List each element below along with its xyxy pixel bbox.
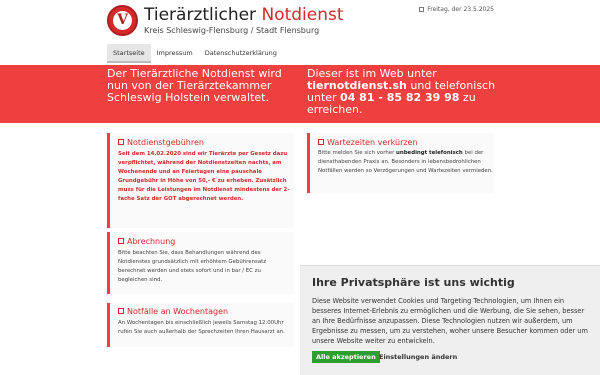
banner-right-text: Dieser ist im Web unter tiernotdienst.sh … bbox=[307, 68, 497, 116]
card-gebuehren: Notdienstgebühren Seit dem 14.02.2020 si… bbox=[107, 133, 294, 228]
nav-item-impressum[interactable]: Impressum bbox=[151, 44, 199, 63]
privacy-dialog: Ihre Privatsphäre ist uns wichtig Diese … bbox=[300, 265, 600, 375]
card-wartezeiten-text-bold: unbedingt telefonisch bbox=[396, 150, 463, 156]
header: V Tierärztlicher Notdienst Kreis Schlesw… bbox=[0, 0, 600, 42]
card-gebuehren-title: Notdienstgebühren bbox=[118, 138, 204, 148]
logo-icon[interactable]: V bbox=[107, 5, 138, 36]
card-gebuehren-title-text: Notdienstgebühren bbox=[127, 138, 204, 147]
card-wartezeiten-text-pre: Bitte melden Sie sich vorher bbox=[318, 150, 397, 156]
card-wochentagen-title-text: Notfälle an Wochentagen bbox=[127, 307, 229, 316]
logo-letter: V bbox=[117, 12, 128, 28]
card-wochentagen-text: An Wochentagen bis einschließlich jeweil… bbox=[118, 320, 285, 335]
site-subtitle: Kreis Schleswig-Flensburg / Stadt Flensb… bbox=[144, 26, 320, 35]
date-display: Freitag, der 23.5.2025 bbox=[419, 6, 494, 13]
card-wochentagen-title: Notfälle an Wochentagen bbox=[118, 307, 228, 317]
card-wochentagen: Notfälle an Wochentagen An Wochentagen b… bbox=[107, 303, 294, 347]
logo-inner: V bbox=[113, 11, 132, 30]
nav-item-datenschutz[interactable]: Datenschutzerklärung bbox=[199, 44, 283, 63]
site-title[interactable]: Tierärztlicher Notdienst bbox=[144, 5, 344, 25]
card-abrechnung-title: Abrechnung bbox=[118, 237, 175, 247]
card-wartezeiten-title-text: Wartezeiten verkürzen bbox=[327, 138, 418, 147]
euro-icon bbox=[118, 139, 124, 145]
accept-all-button[interactable]: Alle akzeptieren bbox=[312, 351, 380, 363]
date-text: Freitag, der 23.5.2025 bbox=[427, 6, 494, 13]
calendar-icon bbox=[419, 7, 425, 12]
site-title-part2: Notdienst bbox=[261, 5, 344, 25]
card-abrechnung-text: Bitte beachten Sie, dass Behandlungen wä… bbox=[118, 250, 267, 283]
card-wartezeiten-title: Wartezeiten verkürzen bbox=[318, 138, 418, 148]
card-gebuehren-text: Seit dem 14.02.2020 sind wir Tierärzte p… bbox=[118, 151, 290, 202]
nav-item-startseite[interactable]: Startseite bbox=[107, 44, 151, 63]
hourglass-icon bbox=[318, 139, 324, 145]
warning-icon bbox=[118, 308, 124, 314]
main-nav: Startseite Impressum Datenschutzerklärun… bbox=[107, 44, 283, 63]
card-abrechnung: Abrechnung Bitte beachten Sie, dass Beha… bbox=[107, 232, 294, 294]
privacy-text: Diese Website verwendet Cookies und Targ… bbox=[312, 297, 588, 345]
site-title-part1: Tierärztlicher bbox=[144, 5, 262, 25]
change-settings-button[interactable]: Einstellungen ändern bbox=[375, 351, 461, 363]
info-banner: Der Tierärztliche Notdienst wird nun von… bbox=[0, 65, 600, 123]
card-abrechnung-title-text: Abrechnung bbox=[127, 237, 176, 246]
privacy-title: Ihre Privatsphäre ist uns wichtig bbox=[312, 276, 515, 289]
card-wartezeiten-text: Bitte melden Sie sich vorher unbedingt t… bbox=[318, 149, 493, 176]
card-wartezeiten: Wartezeiten verkürzen Bitte melden Sie s… bbox=[307, 133, 494, 193]
money-icon bbox=[118, 238, 124, 244]
banner-left-text: Der Tierärztliche Notdienst wird nun von… bbox=[107, 67, 282, 104]
